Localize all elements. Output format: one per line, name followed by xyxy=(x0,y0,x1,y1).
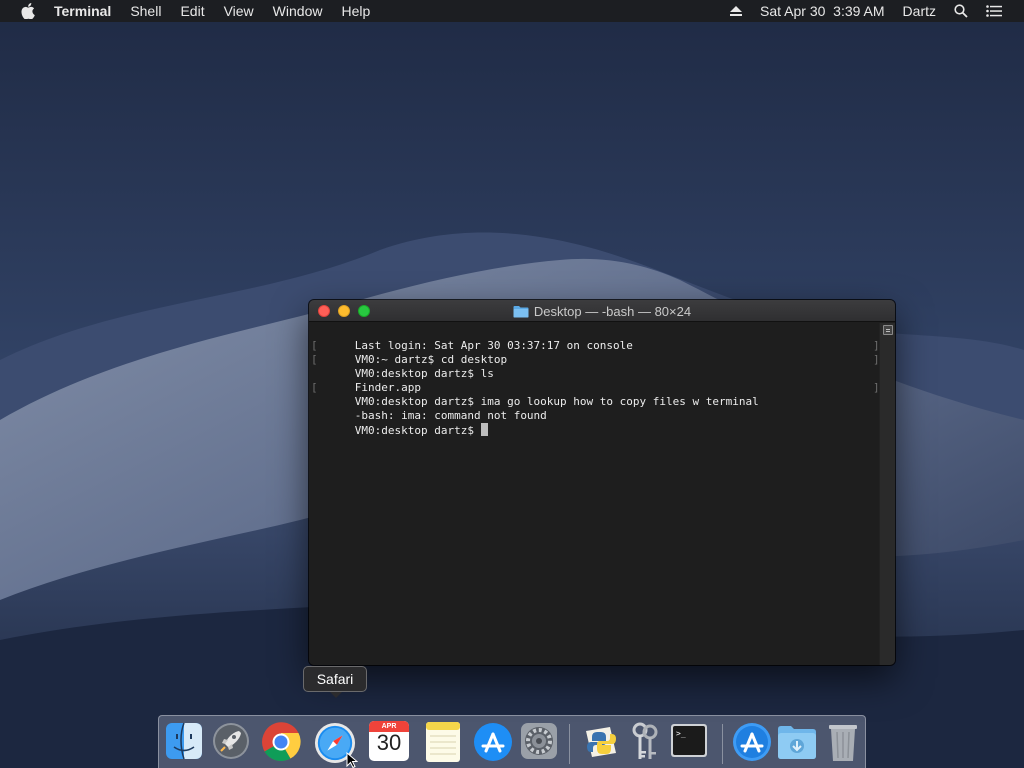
launchpad-rocket-icon xyxy=(213,723,249,759)
dock-item-python-launcher[interactable] xyxy=(580,721,622,765)
dock-item-app-store[interactable] xyxy=(472,721,514,765)
folder-icon xyxy=(513,305,529,318)
dock-item-chrome[interactable] xyxy=(260,721,302,765)
dock-item-system-preferences[interactable] xyxy=(518,721,560,765)
dock-item-terminal[interactable]: >_ xyxy=(668,721,710,765)
dock-tooltip: Safari xyxy=(303,666,367,698)
applications-folder-icon xyxy=(733,723,771,761)
window-title-text: Desktop — -bash — 80×24 xyxy=(533,303,692,319)
terminal-line: Finder.app xyxy=(354,381,421,394)
dock-separator xyxy=(569,724,570,764)
dock-item-applications[interactable] xyxy=(731,721,773,765)
dock-separator xyxy=(722,724,723,764)
window-title: Desktop — -bash — 80×24 xyxy=(309,300,895,322)
menu-view[interactable]: View xyxy=(224,3,254,19)
notes-icon xyxy=(426,722,460,762)
svg-text:>_: >_ xyxy=(676,729,686,738)
app-store-icon xyxy=(474,723,512,761)
terminal-prompt-line[interactable]: VM0:desktop dartz$ xyxy=(315,409,879,437)
terminal-titlebar[interactable]: Desktop — -bash — 80×24 xyxy=(309,300,895,322)
dock-item-downloads[interactable] xyxy=(776,721,818,765)
menu-window[interactable]: Window xyxy=(273,3,323,19)
menu-shell[interactable]: Shell xyxy=(130,3,161,19)
menubar-clock[interactable]: Sat Apr 30 3:39 AM xyxy=(760,3,885,19)
dock-item-keychain-access[interactable] xyxy=(624,721,666,765)
terminal-line: [VM0:desktop dartz$ ls] xyxy=(311,353,880,380)
terminal-scrollbar[interactable] xyxy=(879,323,895,665)
python-icon xyxy=(586,727,616,757)
menu-bar: Terminal Shell Edit View Window Help Sat… xyxy=(0,0,1024,22)
scrollbar-collapse-button[interactable] xyxy=(883,325,893,335)
menubar-user[interactable]: Dartz xyxy=(903,3,936,19)
dock: APR 30 >_ xyxy=(158,715,866,768)
menu-edit[interactable]: Edit xyxy=(180,3,204,19)
dock-item-calendar[interactable]: APR 30 xyxy=(368,721,410,765)
terminal-line: Last login: Sat Apr 30 03:37:17 on conso… xyxy=(354,339,633,352)
mouse-pointer-icon xyxy=(346,751,359,768)
trash-icon xyxy=(829,725,857,761)
terminal-line: [VM0:desktop dartz$ ima go lookup how to… xyxy=(311,381,880,408)
menu-help[interactable]: Help xyxy=(341,3,370,19)
terminal-line: [VM0:~ dartz$ cd desktop] xyxy=(311,339,880,366)
dock-item-launchpad[interactable] xyxy=(210,721,252,765)
apple-logo-icon[interactable] xyxy=(18,0,38,22)
notification-center-icon[interactable] xyxy=(986,5,1002,17)
dock-item-trash[interactable] xyxy=(822,721,864,765)
terminal-output[interactable]: Last login: Sat Apr 30 03:37:17 on conso… xyxy=(309,323,880,665)
text-cursor xyxy=(480,423,488,436)
terminal-icon: >_ xyxy=(671,724,707,757)
chrome-icon xyxy=(262,722,301,762)
system-preferences-gear-icon xyxy=(521,723,557,759)
dock-item-notes[interactable] xyxy=(422,721,464,765)
keychain-keys-icon xyxy=(632,722,658,759)
dock-item-finder[interactable] xyxy=(163,721,205,765)
menu-app-name[interactable]: Terminal xyxy=(54,3,111,19)
terminal-line: -bash: ima: command not found xyxy=(354,409,547,422)
finder-icon xyxy=(166,722,202,760)
downloads-folder-icon xyxy=(778,726,816,759)
spotlight-search-icon[interactable] xyxy=(954,4,968,18)
calendar-icon: APR 30 xyxy=(369,721,409,761)
terminal-window: Desktop — -bash — 80×24 Last login: Sat … xyxy=(309,300,895,665)
eject-icon[interactable] xyxy=(730,5,743,17)
